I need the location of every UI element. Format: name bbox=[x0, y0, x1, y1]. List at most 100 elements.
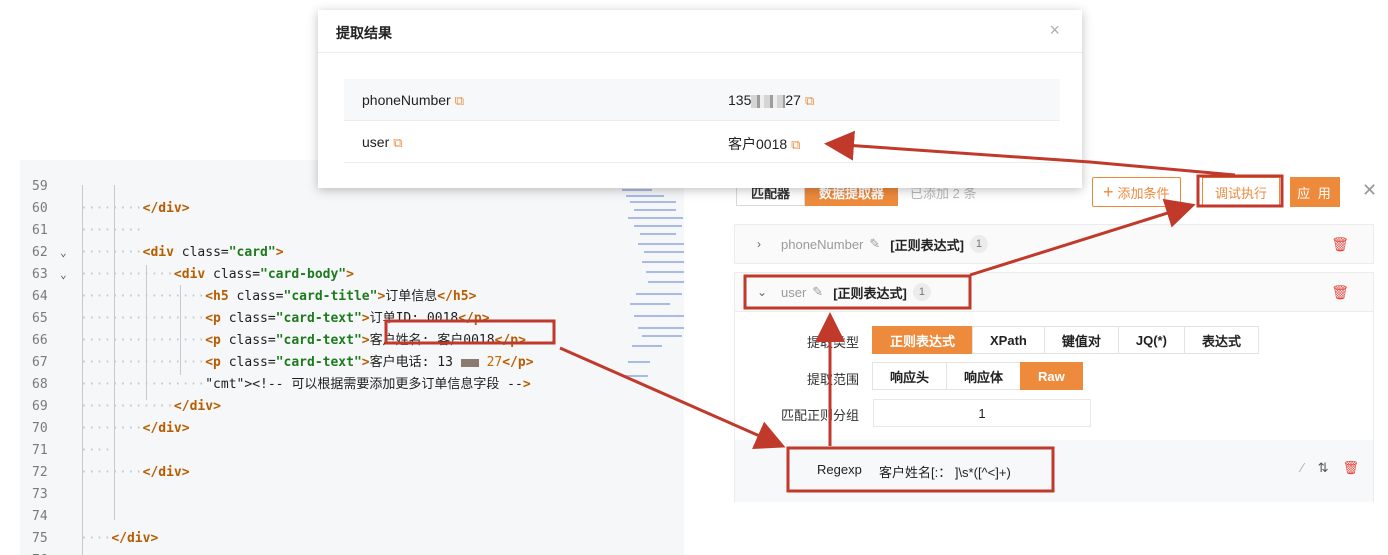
code-line[interactable]: 72 ········</div> bbox=[20, 462, 684, 484]
code-line[interactable]: 76 bbox=[20, 550, 684, 555]
chevron-right-icon[interactable]: › bbox=[757, 237, 771, 251]
code-line[interactable]: 66 ················<p class="card-text">客… bbox=[20, 330, 684, 352]
scope-raw[interactable]: Raw bbox=[1020, 362, 1083, 390]
extract-type-jq[interactable]: JQ(*) bbox=[1117, 326, 1185, 354]
code-line[interactable]: 61 ········ bbox=[20, 220, 684, 242]
code-text: ············<div class="card-body"> bbox=[80, 267, 354, 282]
code-minimap[interactable] bbox=[620, 185, 684, 395]
user-rule-body: 提取类型 正则表达式 XPath 键值对 JQ(*) 表达式 提取范围 响应头 … bbox=[734, 312, 1374, 502]
code-editor[interactable]: 59 60 ········</div> 61 ········ 62 ⌄ ········<… bbox=[20, 160, 684, 555]
code-text: ············</div> bbox=[80, 399, 221, 414]
fold-chevron-icon[interactable]: ⌄ bbox=[60, 264, 74, 286]
extract-type-xpath[interactable]: XPath bbox=[972, 326, 1045, 354]
copy-icon[interactable]: ⧉ bbox=[791, 137, 800, 152]
delete-icon[interactable]: 🗑 bbox=[1331, 236, 1349, 253]
edit-icon[interactable]: ✎ bbox=[869, 236, 880, 252]
result-key: phoneNumber ⧉ bbox=[362, 92, 464, 109]
code-line[interactable]: 69 ············</div> bbox=[20, 396, 684, 418]
result-table: phoneNumber ⧉ 135 27 ⧉ user ⧉ 客户0018 ⧉ bbox=[344, 79, 1060, 163]
code-text: ···· bbox=[80, 443, 112, 458]
code-text: ········ bbox=[80, 223, 143, 238]
extract-scope-label: 提取范围 bbox=[806, 372, 859, 387]
code-text: ········<div class="card"> bbox=[80, 245, 284, 260]
debug-run-button[interactable]: 调试执行 bbox=[1202, 177, 1281, 207]
result-key-text: phoneNumber bbox=[362, 92, 451, 108]
code-line[interactable]: 74 bbox=[20, 506, 684, 528]
extract-type-selector: 正则表达式 XPath 键值对 JQ(*) 表达式 bbox=[872, 326, 1259, 354]
fold-chevron-icon[interactable]: ⌄ bbox=[60, 242, 74, 264]
line-number: 73 bbox=[32, 487, 48, 502]
extract-type-label: 提取类型 bbox=[806, 335, 859, 350]
redacted-mask bbox=[460, 358, 479, 367]
copy-icon[interactable]: ⧉ bbox=[805, 93, 814, 108]
add-condition-button[interactable]: + 添加条件 bbox=[1092, 177, 1181, 207]
code-line[interactable]: 75 ····</div> bbox=[20, 528, 684, 550]
table-row: user ⧉ 客户0018 ⧉ bbox=[344, 121, 1060, 163]
line-number: 69 bbox=[32, 399, 48, 414]
rule-row-user[interactable]: ⌄ user ✎ [正则表达式] 1 🗑 bbox=[734, 272, 1374, 312]
scope-response-header[interactable]: 响应头 bbox=[872, 362, 948, 390]
sliders-icon[interactable]: ⇅ bbox=[1318, 460, 1329, 476]
delete-icon[interactable]: 🗑 bbox=[1342, 460, 1359, 476]
line-number: 76 bbox=[32, 550, 66, 555]
extract-result-dialog: 提取结果 × phoneNumber ⧉ 135 27 ⧉ user ⧉ 客户0018 ⧉ bbox=[318, 10, 1082, 188]
rule-name: phoneNumber bbox=[781, 236, 864, 252]
code-text: ········</div> bbox=[80, 465, 190, 480]
regexp-input[interactable]: 客户姓名[:： ]\s*([^<]+) bbox=[879, 462, 1011, 481]
line-number: 70 bbox=[32, 421, 48, 436]
line-number: 67 bbox=[32, 355, 48, 370]
code-text: ········</div> bbox=[80, 421, 190, 436]
code-line[interactable]: 73 bbox=[20, 484, 684, 506]
code-line[interactable]: 70 ········</div> bbox=[20, 418, 684, 440]
close-icon[interactable]: ✕ bbox=[1362, 180, 1377, 201]
code-text: ················<p class="card-text">客户电… bbox=[80, 355, 534, 370]
copy-icon[interactable]: ⧉ bbox=[393, 135, 402, 150]
rule-count-badge: 1 bbox=[912, 283, 931, 301]
line-number: 72 bbox=[32, 465, 48, 480]
scope-response-body[interactable]: 响应体 bbox=[946, 362, 1022, 390]
result-value-prefix: 135 bbox=[728, 92, 752, 108]
line-number: 74 bbox=[32, 509, 48, 524]
extract-type-expression[interactable]: 表达式 bbox=[1183, 326, 1259, 354]
regexp-tools: ⁄ ⇅ 🗑 bbox=[1301, 460, 1359, 476]
extract-scope-selector: 响应头 响应体 Raw bbox=[872, 362, 1083, 390]
line-number: 65 bbox=[32, 311, 48, 326]
extract-type-keyvalue[interactable]: 键值对 bbox=[1043, 326, 1119, 354]
code-line[interactable]: 68 ················"cmt"><!-- 可以根据需要添加更多订… bbox=[20, 374, 684, 396]
code-text: ················<p class="card-text">订单I… bbox=[80, 311, 490, 326]
result-value: 135 27 ⧉ bbox=[728, 92, 814, 109]
code-line[interactable]: 71 ···· bbox=[20, 440, 684, 462]
line-number: 66 bbox=[32, 333, 48, 348]
chevron-down-icon[interactable]: ⌄ bbox=[757, 285, 771, 299]
extractor-panel: 匹配器 数据提取器 已添加 2 条 + 添加条件 调试执行 应 用 ✕ › ph… bbox=[708, 160, 1388, 555]
close-icon[interactable]: × bbox=[1049, 20, 1060, 41]
code-text: ····</div> bbox=[80, 531, 159, 546]
result-key-text: user bbox=[362, 134, 390, 150]
code-line[interactable]: 62 ⌄ ········<div class="card"> bbox=[20, 242, 684, 264]
extract-type-regex[interactable]: 正则表达式 bbox=[872, 326, 974, 354]
code-text: ················<h5 class="card-title">订… bbox=[80, 289, 477, 304]
code-line[interactable]: 65 ················<p class="card-text">订… bbox=[20, 308, 684, 330]
delete-icon[interactable]: 🗑 bbox=[1331, 284, 1349, 301]
line-number: 64 bbox=[32, 289, 48, 304]
code-line[interactable]: 67 ················<p class="card-text">客… bbox=[20, 352, 684, 374]
divider bbox=[318, 52, 1082, 53]
code-line[interactable]: 60 ········</div> bbox=[20, 198, 684, 220]
apply-button[interactable]: 应 用 bbox=[1290, 177, 1340, 207]
code-line[interactable]: 64 ················<h5 class="card-title"… bbox=[20, 286, 684, 308]
edit-icon[interactable]: ✎ bbox=[812, 284, 823, 300]
group-input[interactable]: 1 bbox=[873, 399, 1091, 427]
line-number: 75 bbox=[32, 531, 48, 546]
pen-icon[interactable]: ⁄ bbox=[1301, 460, 1303, 476]
line-number: 71 bbox=[32, 443, 48, 458]
redacted-mask bbox=[751, 94, 786, 108]
copy-icon[interactable]: ⧉ bbox=[455, 93, 464, 108]
rule-row-phonenumber[interactable]: › phoneNumber ✎ [正则表达式] 1 🗑 bbox=[734, 224, 1374, 264]
table-row: phoneNumber ⧉ 135 27 ⧉ bbox=[344, 79, 1060, 121]
code-line[interactable]: 63 ⌄ ············<div class="card-body"> bbox=[20, 264, 684, 286]
regexp-label: Regexp bbox=[817, 462, 862, 477]
add-condition-label: 添加条件 bbox=[1117, 185, 1170, 201]
rule-kind: [正则表达式] bbox=[890, 237, 964, 253]
line-number: 60 bbox=[32, 201, 48, 216]
dialog-title: 提取结果 bbox=[336, 25, 392, 41]
